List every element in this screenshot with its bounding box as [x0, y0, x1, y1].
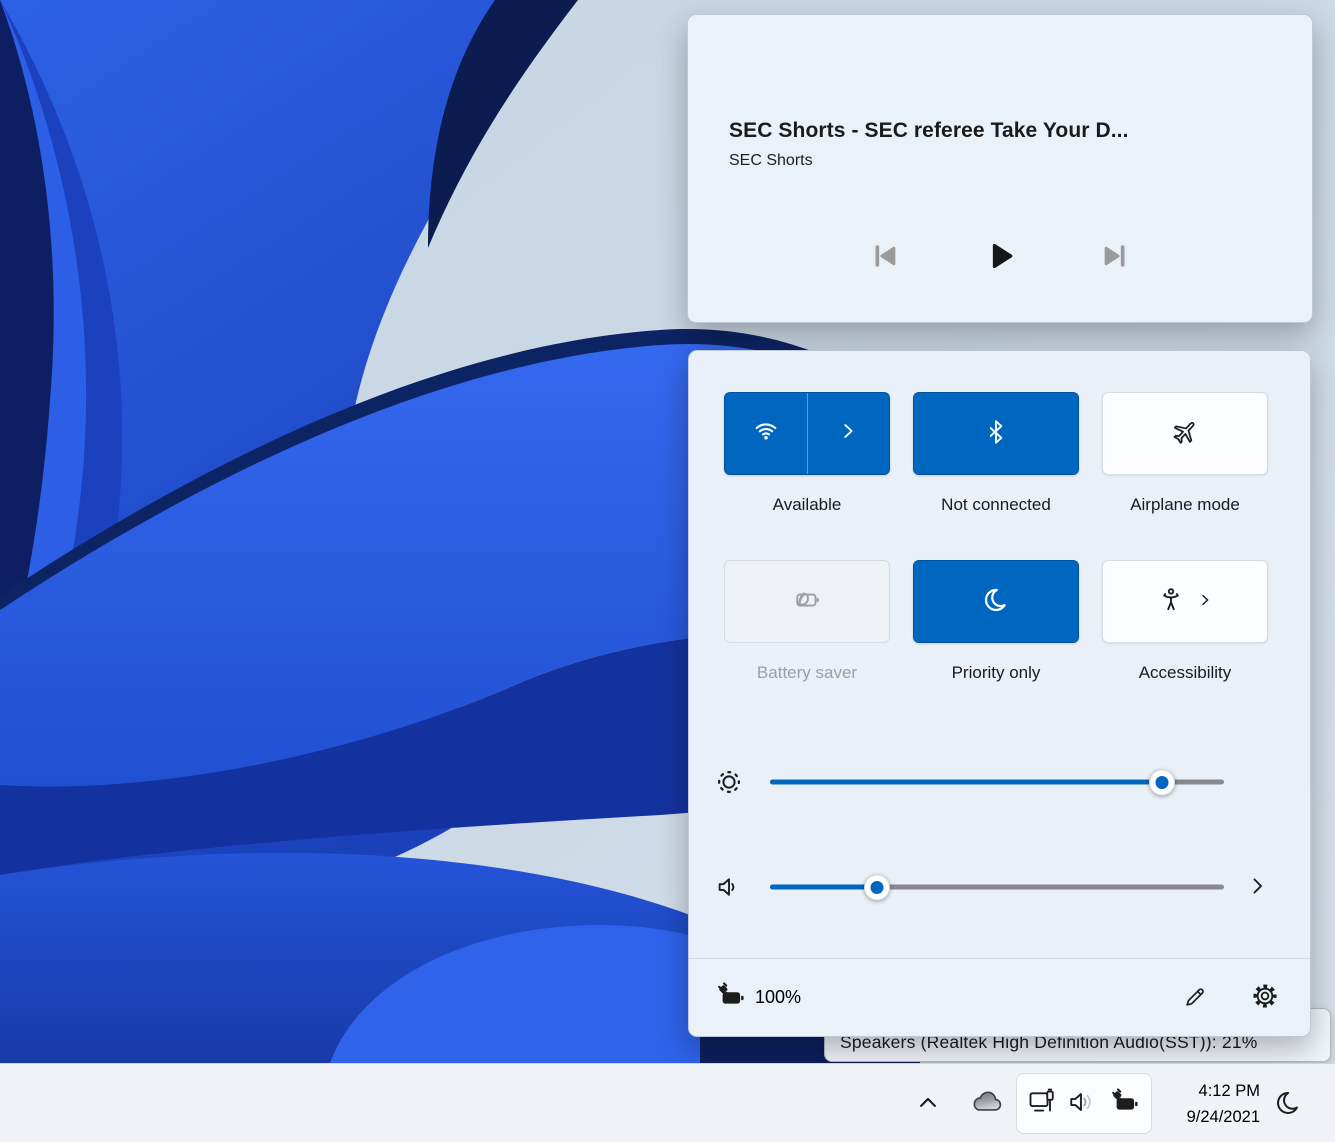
brightness-thumb[interactable]: [1149, 769, 1176, 795]
pencil-icon: [1182, 983, 1209, 1013]
brightness-fill: [770, 779, 1163, 785]
brightness-slider-row: [689, 755, 1310, 809]
monitor-usb-icon: [1027, 1087, 1057, 1120]
priority-only-toggle[interactable]: [913, 560, 1079, 643]
battery-saver-toggle[interactable]: [724, 560, 890, 643]
next-track-button[interactable]: [1096, 237, 1136, 277]
accessibility-icon: [1157, 586, 1185, 617]
brightness-slider[interactable]: [770, 769, 1224, 795]
media-title: SEC Shorts - SEC referee Take Your D...: [729, 119, 1129, 142]
chevron-up-icon: [913, 1088, 943, 1121]
moon-icon: [981, 585, 1011, 618]
wifi-toggle[interactable]: [724, 392, 890, 475]
volume-output-expand-button[interactable]: [1238, 868, 1276, 906]
media-text-block: SEC Shorts - SEC referee Take Your D... …: [729, 119, 1282, 170]
speaker-icon: [711, 869, 747, 905]
volume-slider-row: [689, 860, 1310, 914]
onedrive-tray-button[interactable]: [964, 1082, 1008, 1126]
battery-charging-icon: [715, 980, 747, 1015]
chevron-right-icon: [837, 420, 859, 447]
volume-fill: [770, 884, 877, 890]
media-subtitle: SEC Shorts: [729, 152, 813, 169]
media-controls: [688, 237, 1312, 277]
toggle-cell-priority-only: Priority only: [913, 560, 1079, 683]
volume-thumb[interactable]: [863, 874, 890, 900]
desktop: Speakers (Realtek High Definition Audio(…: [0, 0, 1335, 1142]
chevron-right-icon: [1197, 592, 1213, 611]
battery-saver-label: Battery saver: [756, 663, 858, 682]
taskbar-overflow-button[interactable]: [906, 1082, 950, 1126]
airplane-mode-label: Airplane mode: [1130, 495, 1240, 514]
quick-toggles-grid: Available Not connected Airplane mode Ba…: [724, 392, 1268, 683]
battery-status-button[interactable]: 100%: [715, 979, 801, 1017]
quick-settings-panel: Available Not connected Airplane mode Ba…: [688, 350, 1311, 1037]
bluetooth-label: Not connected: [941, 495, 1051, 514]
taskbar-clock[interactable]: 4:12 PM 9/24/2021: [1150, 1077, 1260, 1131]
gear-icon: [1251, 982, 1279, 1013]
speaker-waves-icon: [1068, 1087, 1098, 1120]
battery-percentage: 100%: [755, 987, 802, 1007]
wifi-label: Available: [772, 495, 842, 514]
priority-only-label: Priority only: [951, 663, 1041, 682]
play-icon: [981, 237, 1019, 278]
airplane-icon: [1170, 417, 1200, 450]
airplane-mode-toggle[interactable]: [1102, 392, 1268, 475]
focus-assist-button[interactable]: [1266, 1082, 1310, 1126]
next-track-icon: [1099, 239, 1133, 276]
previous-track-button[interactable]: [864, 237, 904, 277]
toggle-cell-wifi: Available: [724, 392, 890, 515]
volume-slider[interactable]: [770, 874, 1224, 900]
battery-saver-icon: [792, 585, 822, 618]
toggle-cell-bluetooth: Not connected: [913, 392, 1079, 515]
wifi-expand-button[interactable]: [808, 393, 890, 474]
media-playback-card: SEC Shorts - SEC referee Take Your D... …: [687, 14, 1313, 323]
cloud-icon: [968, 1085, 1004, 1124]
wifi-toggle-main[interactable]: [725, 393, 807, 474]
quick-settings-footer: 100%: [689, 958, 1310, 1036]
play-button[interactable]: [980, 237, 1020, 277]
settings-button[interactable]: [1246, 979, 1284, 1017]
system-tray-group[interactable]: [1016, 1073, 1152, 1134]
toggle-cell-accessibility: Accessibility: [1102, 560, 1268, 683]
accessibility-label: Accessibility: [1138, 663, 1232, 682]
chevron-right-icon: [1245, 874, 1269, 901]
bluetooth-toggle[interactable]: [913, 392, 1079, 475]
battery-charging-icon: [1109, 1086, 1141, 1121]
clock-date: 9/24/2021: [1186, 1108, 1260, 1126]
brightness-icon: [711, 764, 747, 800]
wifi-icon: [751, 416, 781, 451]
taskbar: 4:12 PM 9/24/2021: [0, 1063, 1335, 1142]
bluetooth-icon: [982, 418, 1010, 449]
toggle-cell-battery-saver: Battery saver: [724, 560, 890, 683]
accessibility-toggle[interactable]: [1102, 560, 1268, 643]
toggle-cell-airplane: Airplane mode: [1102, 392, 1268, 515]
clock-time: 4:12 PM: [1198, 1082, 1260, 1100]
edit-quick-settings-button[interactable]: [1176, 979, 1214, 1017]
previous-track-icon: [867, 239, 901, 276]
moon-icon: [1273, 1088, 1303, 1121]
